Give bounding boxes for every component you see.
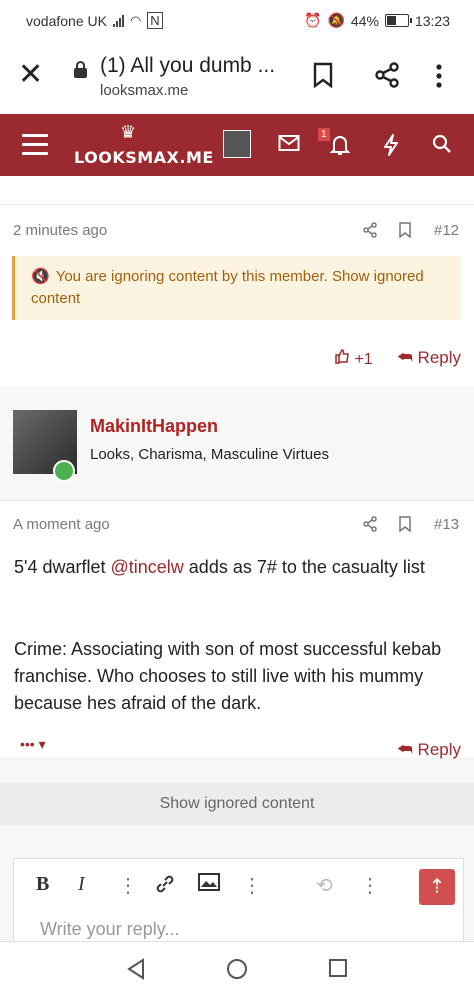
thread-content: 2 minutes ago #12 🔇 You are ignoring cont… bbox=[0, 176, 474, 942]
logo-crown-icon: ♛ bbox=[120, 122, 137, 142]
bookmark-post-button[interactable] bbox=[398, 516, 412, 536]
search-icon bbox=[432, 134, 451, 153]
reaction-button[interactable]: +1 bbox=[334, 348, 373, 369]
reply-label: Reply bbox=[417, 740, 462, 759]
share-post-button[interactable] bbox=[362, 222, 378, 242]
url-domain[interactable]: looksmax.me bbox=[100, 82, 188, 99]
italic-button[interactable]: I bbox=[78, 873, 85, 896]
arrow-up-icon: ⇡ bbox=[428, 876, 446, 898]
home-circle-icon bbox=[227, 959, 247, 979]
signal-icon bbox=[112, 14, 124, 27]
wifi-icon: ◠ bbox=[129, 12, 142, 28]
nfc-icon: N bbox=[147, 12, 163, 29]
whats-new-button[interactable] bbox=[382, 134, 400, 162]
more-formatting-button[interactable]: ⋮ bbox=[118, 873, 138, 898]
expand-editor-button[interactable]: ⇡ bbox=[419, 869, 455, 905]
reply-arrow-icon: ⮪ bbox=[397, 740, 413, 759]
post-time[interactable]: 2 minutes ago bbox=[13, 222, 107, 239]
share-icon bbox=[375, 62, 399, 88]
online-status-icon bbox=[53, 460, 75, 482]
bookmark-icon bbox=[399, 516, 411, 533]
bolt-icon bbox=[384, 134, 398, 156]
image-icon bbox=[198, 873, 220, 891]
post-body-area bbox=[0, 500, 474, 757]
back-triangle-icon bbox=[127, 958, 144, 980]
caret-down-icon: ▾ bbox=[34, 736, 46, 752]
envelope-icon bbox=[278, 135, 300, 151]
bookmark-icon bbox=[313, 62, 333, 89]
status-bar: vodafone UK ◠ N ⏰ 🔕 44% 13:23 bbox=[0, 0, 474, 40]
kebab-menu-icon bbox=[436, 64, 442, 88]
reply-label: Reply bbox=[417, 348, 462, 367]
system-navigation-bar bbox=[0, 941, 474, 1000]
home-button[interactable] bbox=[226, 958, 248, 986]
bold-button[interactable]: B bbox=[36, 873, 49, 896]
user-mention-link[interactable]: @tincelw bbox=[111, 557, 184, 577]
post-message-paragraph: Crime: Associating with son of most succ… bbox=[14, 639, 442, 713]
user-avatar-button[interactable] bbox=[223, 130, 251, 158]
message-text: 5'4 dwarflet bbox=[14, 557, 111, 577]
post-message-line1: 5'4 dwarflet @tincelw adds as 7# to the … bbox=[14, 554, 460, 581]
link-icon bbox=[156, 875, 174, 893]
battery-icon bbox=[384, 14, 412, 27]
message-text: adds as 7# to the casualty list bbox=[183, 557, 425, 577]
bookmark-button[interactable] bbox=[312, 62, 334, 93]
back-button[interactable] bbox=[126, 958, 146, 986]
poster-username[interactable]: MakinItHappen bbox=[90, 416, 218, 437]
tab-title[interactable]: (1) All you dumb ... bbox=[100, 54, 275, 78]
bookmark-post-button[interactable] bbox=[398, 222, 412, 242]
poster-user-title: Looks, Charisma, Masculine Virtues bbox=[90, 446, 329, 463]
link-button[interactable] bbox=[154, 873, 176, 901]
carrier-label: vodafone UK bbox=[26, 12, 107, 29]
browser-toolbar: ✕ (1) All you dumb ... looksmax.me bbox=[0, 40, 474, 112]
mute-icon: 🔕 bbox=[327, 12, 345, 28]
share-icon bbox=[363, 516, 377, 532]
more-menu-button[interactable] bbox=[436, 64, 442, 93]
share-button[interactable] bbox=[374, 62, 400, 93]
alerts-button[interactable] bbox=[329, 134, 351, 162]
notification-count-badge: 1 bbox=[318, 128, 330, 141]
recents-button[interactable] bbox=[328, 958, 348, 984]
share-icon bbox=[363, 222, 377, 238]
hamburger-menu-button[interactable] bbox=[22, 134, 48, 161]
reply-button[interactable]: ⮪ Reply bbox=[397, 740, 461, 760]
battery-percent: 44% bbox=[350, 12, 379, 29]
bookmark-icon bbox=[399, 222, 411, 239]
reaction-count: +1 bbox=[354, 351, 373, 368]
reply-placeholder: Write your reply... bbox=[40, 919, 180, 939]
recents-square-icon bbox=[329, 959, 347, 977]
mute-user-icon: 🔇 bbox=[31, 268, 50, 285]
search-button[interactable] bbox=[432, 134, 452, 160]
show-ignored-content-button[interactable]: Show ignored content bbox=[0, 783, 474, 825]
site-logo[interactable]: LOOKSMAX.ME bbox=[74, 148, 214, 167]
image-button[interactable] bbox=[198, 873, 220, 897]
ignored-content-notice[interactable]: 🔇 You are ignoring content by this member… bbox=[12, 256, 461, 320]
close-tab-button[interactable]: ✕ bbox=[18, 60, 43, 90]
lock-icon bbox=[74, 61, 87, 78]
reply-button[interactable]: ⮪ Reply bbox=[397, 348, 461, 368]
inbox-button[interactable] bbox=[278, 134, 300, 158]
post-more-actions-button[interactable]: ••• ▾ bbox=[20, 736, 46, 753]
undo-button[interactable]: ⟲ bbox=[316, 873, 333, 898]
thumbs-up-icon bbox=[335, 349, 349, 364]
reply-arrow-icon: ⮪ bbox=[397, 348, 413, 367]
bell-icon bbox=[329, 136, 351, 155]
post-number-link[interactable]: #12 bbox=[434, 222, 459, 239]
alarm-icon: ⏰ bbox=[304, 12, 322, 28]
more-insert-button[interactable]: ⋮ bbox=[242, 873, 262, 898]
reply-editor[interactable]: B I ⋮ ⋮ ⟲ ⋮ ⇡ Write your reply... bbox=[13, 858, 464, 942]
clock: 13:23 bbox=[414, 12, 450, 29]
post-number-link[interactable]: #13 bbox=[434, 516, 459, 533]
more-options-button[interactable]: ⋮ bbox=[360, 873, 380, 898]
post-time[interactable]: A moment ago bbox=[13, 516, 110, 533]
post-12: 2 minutes ago #12 🔇 You are ignoring cont… bbox=[0, 176, 474, 387]
ignored-notice-text: You are ignoring content by this member.… bbox=[31, 268, 424, 307]
share-post-button[interactable] bbox=[362, 516, 378, 536]
